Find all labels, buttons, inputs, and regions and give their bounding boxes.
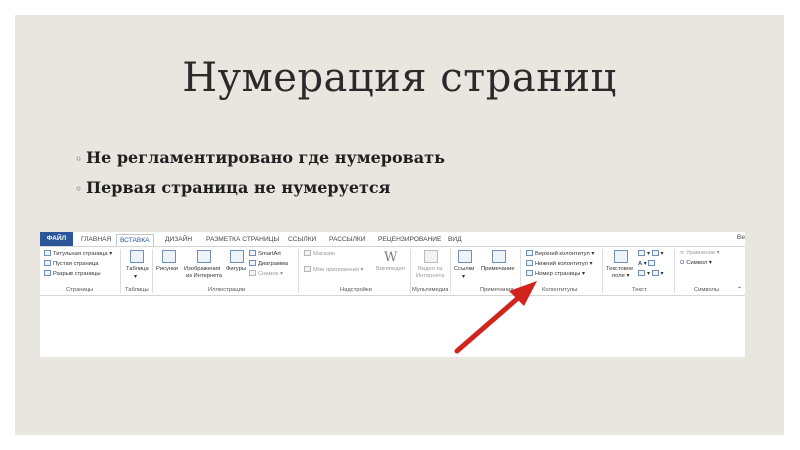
bullet-list: ◦ Не регламентировано где нумеровать ◦ Пер… <box>75 143 445 203</box>
bullet-text: Не регламентировано где нумеровать <box>86 148 445 167</box>
group-label-illustrations: Иллюстрации <box>208 287 246 293</box>
page-break-icon <box>44 270 51 276</box>
group-separator <box>602 249 603 293</box>
comment-icon <box>492 250 506 263</box>
header-button[interactable]: Верхний колонтитул ▾ <box>526 250 594 258</box>
table-icon <box>130 250 144 263</box>
chart-icon <box>249 260 256 266</box>
quick-parts-button[interactable]: ▾ ▾ <box>638 250 663 258</box>
pictures-button[interactable]: Рисунки <box>156 266 178 273</box>
bullet-item: ◦ Не регламентировано где нумеровать <box>75 143 445 173</box>
symbol-button[interactable]: Ω Символ ▾ <box>680 260 712 267</box>
group-label-media: Мультимедиа <box>412 287 449 293</box>
bullet-marker: ◦ <box>75 182 83 196</box>
footer-icon <box>526 260 533 266</box>
page-break-button[interactable]: Разрыв страницы <box>44 270 101 278</box>
group-label-header-footer: Колонтитулы <box>542 287 578 293</box>
online-pictures-label-2: из Интернета <box>186 273 222 279</box>
word-ribbon-screenshot: ФАЙЛ ГЛАВНАЯ ВСТАВКА ДИЗАЙН РАЗМЕТКА СТР… <box>40 232 745 357</box>
table-button[interactable]: Таблица <box>126 266 149 273</box>
tab-references[interactable]: ССЫЛКИ <box>288 234 316 246</box>
wordart-button[interactable]: A ▾ <box>638 260 657 268</box>
online-pictures-icon <box>197 250 211 263</box>
group-separator <box>520 249 521 293</box>
chevron-down-icon: ▾ <box>462 274 465 280</box>
slide-title: Нумерация страниц <box>182 55 617 101</box>
links-icon <box>458 250 472 263</box>
group-separator <box>450 249 451 293</box>
page-number-icon <box>526 270 533 276</box>
store-icon <box>304 250 311 256</box>
screenshot-button[interactable]: Снимок ▾ <box>249 270 283 278</box>
group-separator <box>152 249 153 293</box>
smartart-button[interactable]: SmartArt <box>249 250 281 258</box>
group-separator <box>410 249 411 293</box>
group-separator <box>674 249 675 293</box>
title-page-icon <box>44 250 51 256</box>
group-label-comments: Примечания <box>480 287 514 293</box>
group-label-text: Текст <box>632 287 647 293</box>
tab-file[interactable]: ФАЙЛ <box>40 232 73 246</box>
tab-view[interactable]: ВИД <box>448 234 462 246</box>
tab-design[interactable]: ДИЗАЙН <box>165 234 192 246</box>
ribbon: Титульная страница ▾ Пустая страница Раз… <box>40 246 745 296</box>
online-video-label-2: Интернета <box>416 273 445 279</box>
bullet-item: ◦ Первая страница не нумеруется <box>75 173 445 203</box>
comment-button[interactable]: Примечание <box>481 266 515 273</box>
group-label-addins: Надстройки <box>340 287 372 293</box>
signature-icon <box>651 250 659 256</box>
chart-button[interactable]: Диаграмма <box>249 260 288 268</box>
tab-mailings[interactable]: РАССЫЛКИ <box>329 234 365 246</box>
textbox-button[interactable]: Текстовое <box>606 266 633 273</box>
textbox-icon <box>614 250 628 263</box>
wordart-icon: A <box>638 261 643 267</box>
date-icon <box>648 260 656 266</box>
header-icon <box>526 250 533 256</box>
group-label-tables: Таблицы <box>125 287 149 293</box>
page-number-button[interactable]: Номер страницы ▾ <box>526 270 585 278</box>
group-label-pages: Страницы <box>66 287 94 293</box>
quick-parts-icon <box>638 250 645 256</box>
footer-button[interactable]: Нижний колонтитул ▾ <box>526 260 592 268</box>
smartart-icon <box>249 250 256 256</box>
title-page-button[interactable]: Титульная страница ▾ <box>44 250 112 258</box>
bullet-marker: ◦ <box>75 152 83 166</box>
tab-home[interactable]: ГЛАВНАЯ <box>81 234 111 246</box>
equation-button[interactable]: π Уравнение ▾ <box>680 250 720 257</box>
shapes-icon <box>230 250 244 263</box>
pictures-icon <box>162 250 176 263</box>
bullet-text: Первая страница не нумеруется <box>86 178 391 197</box>
tab-page-layout[interactable]: РАЗМЕТКА СТРАНИЦЫ <box>206 234 279 246</box>
blank-page-icon <box>44 260 51 266</box>
wikipedia-icon: W <box>384 250 398 265</box>
account-name: Ве <box>736 234 745 241</box>
chevron-down-icon: ▾ <box>134 274 137 280</box>
group-separator <box>120 249 121 293</box>
wikipedia-button[interactable]: Википедия <box>376 266 405 273</box>
collapse-ribbon-icon[interactable]: ⌃ <box>737 287 742 294</box>
store-button[interactable]: Магазин <box>304 250 335 258</box>
blank-page-button[interactable]: Пустая страница <box>44 260 98 268</box>
slide: Нумерация страниц ◦ Не регламентировано г… <box>15 15 784 435</box>
shapes-button[interactable]: Фигуры <box>226 266 246 273</box>
group-separator <box>298 249 299 293</box>
dropcap-button[interactable]: ▾ ▾ <box>638 270 663 278</box>
tab-review[interactable]: РЕЦЕНЗИРОВАНИЕ <box>378 234 441 246</box>
my-apps-button[interactable]: Мои приложения ▾ <box>304 266 363 274</box>
object-icon <box>651 270 659 276</box>
apps-icon <box>304 266 311 272</box>
textbox-label-2: поле ▾ <box>612 273 630 279</box>
ribbon-tab-bar: ФАЙЛ ГЛАВНАЯ ВСТАВКА ДИЗАЙН РАЗМЕТКА СТР… <box>40 232 745 247</box>
screenshot-icon <box>249 270 256 276</box>
online-video-button[interactable]: Видео из <box>418 266 442 273</box>
online-video-icon <box>424 250 438 263</box>
links-button[interactable]: Ссылки <box>454 266 474 273</box>
online-pictures-button[interactable]: Изображения <box>184 266 220 273</box>
group-label-symbols: Символы <box>694 287 720 293</box>
dropcap-icon <box>638 270 645 276</box>
omega-icon: Ω <box>680 260 685 266</box>
pi-icon: π <box>680 250 684 256</box>
